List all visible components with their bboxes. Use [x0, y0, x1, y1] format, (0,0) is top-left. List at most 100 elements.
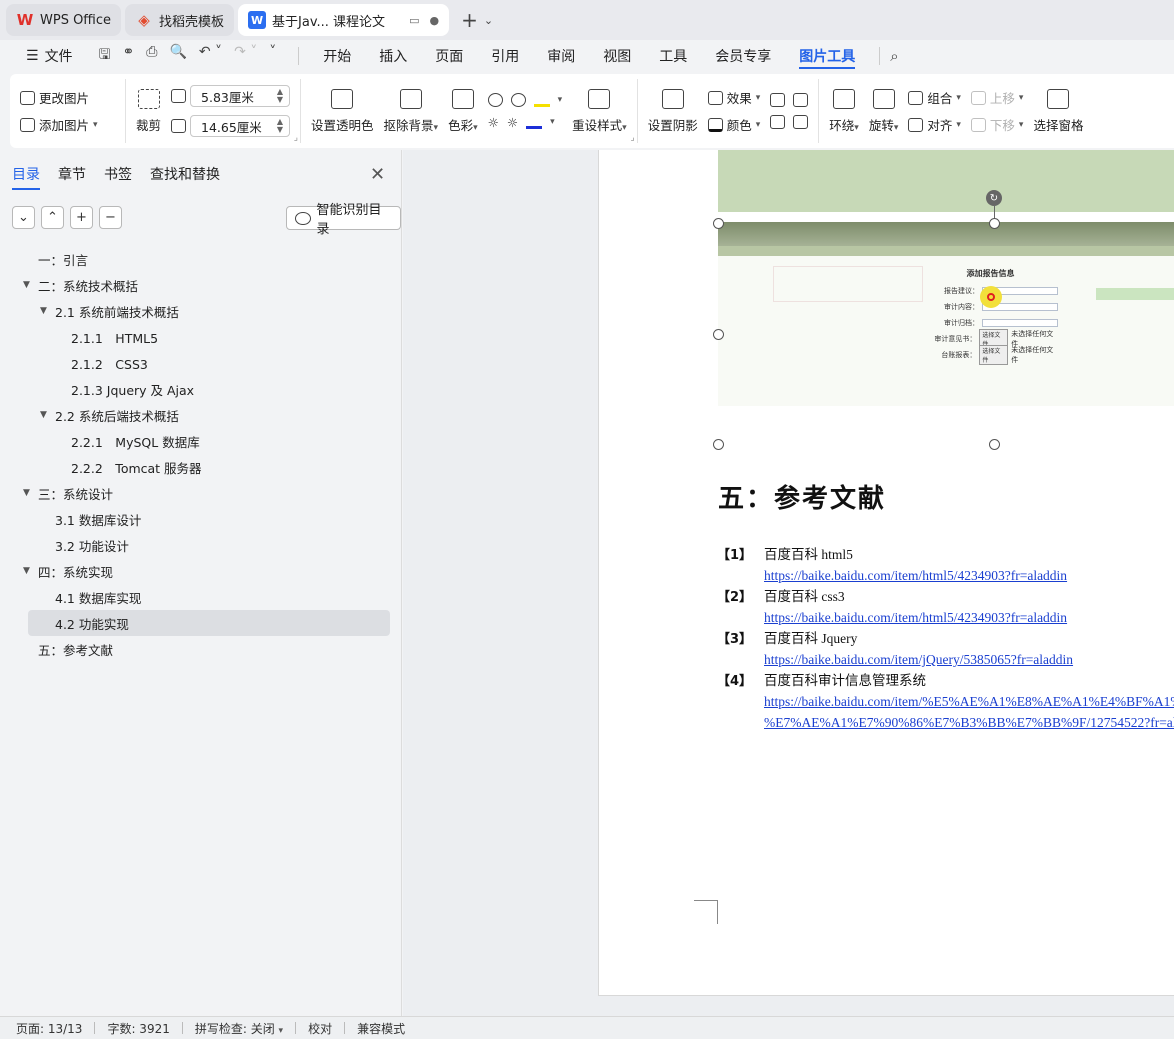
reference-link[interactable]: https://baike.baidu.com/item/html5/42349…: [764, 607, 1174, 628]
resize-handle-middle-left[interactable]: [713, 329, 724, 340]
height-input[interactable]: 14.65厘米 ▲ ▼: [190, 115, 291, 137]
toc-item[interactable]: 3.2 功能设计: [28, 532, 390, 558]
close-panel-icon[interactable]: ✕: [370, 164, 385, 185]
spinner-arrows-icon[interactable]: ▲ ▼: [277, 88, 283, 104]
toc-item[interactable]: 一：引言: [28, 246, 390, 272]
toc-item[interactable]: ▼ 2.1 系统前端技术概括: [28, 298, 390, 324]
spell-check-status[interactable]: 拼写检查: 关闭 ▾: [195, 1020, 295, 1037]
panel-tab-find-replace[interactable]: 查找和替换: [150, 164, 220, 184]
page-count[interactable]: 页面: 13/13: [16, 1020, 94, 1037]
print-preview-icon[interactable]: 🔍: [169, 44, 186, 68]
group-button[interactable]: 组合 ▾: [908, 88, 961, 107]
fill-color-button[interactable]: 颜色 ▾: [707, 115, 760, 134]
smart-toc-button[interactable]: 智能识别目录: [286, 203, 401, 237]
change-image-button[interactable]: 更改图片: [20, 88, 98, 107]
reference-link[interactable]: https://baike.baidu.com/item/%E5%AE%A1%E…: [764, 691, 1174, 712]
align-button[interactable]: 对齐 ▾: [908, 115, 961, 134]
contrast-up-icon[interactable]: [487, 92, 503, 107]
bring-forward-button[interactable]: 上移 ▾: [970, 88, 1023, 107]
document-page[interactable]: 添加报告信息 报告建议： 审计内容： 审计归档： 审计意见书：选择文件未选择任何…: [598, 150, 1174, 996]
wrap-button[interactable]: 环绕▾: [829, 88, 859, 134]
menu-picture-tools[interactable]: 图片工具: [785, 40, 869, 72]
reference-link[interactable]: https://baike.baidu.com/item/jQuery/5385…: [764, 649, 1174, 670]
reference-link[interactable]: https://baike.baidu.com/item/html5/42349…: [764, 565, 1174, 586]
add-heading-icon[interactable]: +: [70, 206, 93, 229]
expand-arrow-icon[interactable]: ▼: [23, 488, 30, 498]
tab-document[interactable]: W 基于Jav... 课程论文 ▭ ●: [238, 4, 450, 36]
shadow-up-icon[interactable]: [770, 93, 786, 107]
chevron-down-icon[interactable]: ⌄: [484, 14, 493, 27]
toc-item[interactable]: 五：参考文献: [28, 636, 390, 662]
panel-tab-toc[interactable]: 目录: [12, 164, 40, 190]
contrast-down-icon[interactable]: [510, 92, 526, 107]
shadow-left-icon[interactable]: [770, 115, 786, 129]
unsaved-dot-icon[interactable]: ●: [429, 14, 439, 27]
section-heading[interactable]: 五：参考文献: [718, 478, 886, 515]
spinner-arrows-icon[interactable]: ▲ ▼: [277, 118, 283, 134]
reference-link[interactable]: %E7%AE%A1%E7%90%86%E7%B3%BB%E7%BB%9F/127…: [764, 712, 1174, 733]
toc-item[interactable]: 2.1.2 CSS3: [28, 350, 390, 376]
crop-button[interactable]: 裁剪: [136, 88, 161, 134]
file-menu[interactable]: ☰ 文件: [12, 40, 87, 72]
toc-item[interactable]: ▼ 二：系统技术概括: [23, 272, 390, 298]
highlight-color-icon[interactable]: [533, 93, 550, 107]
rotate-button[interactable]: 旋转▾: [869, 88, 898, 134]
remove-heading-icon[interactable]: −: [99, 206, 122, 229]
toc-item[interactable]: 4.2 功能实现: [28, 610, 390, 636]
toc-item[interactable]: 2.1.1 HTML5: [28, 324, 390, 350]
resize-handle-bottom-left[interactable]: [713, 439, 724, 450]
dialog-launcher-icon[interactable]: ⌟: [294, 133, 298, 143]
menu-review[interactable]: 审阅: [533, 40, 589, 72]
effects-button[interactable]: 效果 ▾: [707, 88, 760, 107]
menu-start[interactable]: 开始: [309, 40, 365, 72]
shadow-down-icon[interactable]: [793, 93, 809, 107]
expand-arrow-icon[interactable]: ▼: [23, 566, 30, 576]
brightness-down-icon[interactable]: ☼: [507, 115, 518, 130]
expand-up-icon[interactable]: ⌃: [41, 206, 64, 229]
dialog-launcher-icon[interactable]: ⌟: [630, 133, 634, 143]
window-icon[interactable]: ▭: [409, 14, 419, 27]
toc-item[interactable]: ▼ 四：系统实现: [23, 558, 390, 584]
set-shadow-button[interactable]: 设置阴影: [648, 88, 698, 134]
toc-item[interactable]: 3.1 数据库设计: [28, 506, 390, 532]
add-image-button[interactable]: 添加图片 ▾: [20, 115, 98, 134]
menu-view[interactable]: 视图: [589, 40, 645, 72]
search-icon[interactable]: ⌕: [890, 47, 898, 65]
toc-item[interactable]: 4.1 数据库实现: [28, 584, 390, 610]
reset-style-button[interactable]: 重设样式▾: [572, 88, 627, 134]
tab-daoke-templates[interactable]: ◈ 找稻壳模板: [125, 4, 235, 36]
selected-image[interactable]: 添加报告信息 报告建议： 审计内容： 审计归档： 审计意见书：选择文件未选择任何…: [718, 150, 1174, 443]
collapse-down-icon[interactable]: ⌄: [12, 206, 35, 229]
send-backward-button[interactable]: 下移 ▾: [970, 115, 1023, 134]
color-button[interactable]: 色彩▾: [448, 88, 478, 134]
save-icon[interactable]: 🖫: [99, 44, 111, 68]
rotate-handle-icon[interactable]: ↻: [986, 190, 1002, 206]
toc-item[interactable]: 2.1.3 Jquery 及 Ajax: [28, 376, 390, 402]
word-count[interactable]: 字数: 3921: [107, 1020, 181, 1037]
undo-icon[interactable]: ↶ ˅: [199, 44, 222, 68]
new-tab-plus-icon[interactable]: +: [461, 8, 478, 32]
share-icon[interactable]: ⚭: [123, 44, 135, 68]
menu-member[interactable]: 会员专享: [701, 40, 785, 72]
toc-item[interactable]: ▼ 三：系统设计: [23, 480, 390, 506]
toc-item[interactable]: ▼ 2.2 系统后端技术概括: [28, 402, 390, 428]
expand-arrow-icon[interactable]: ▼: [40, 306, 47, 316]
document-canvas[interactable]: ⌄ 添加报告信息 报告建议： 审计内容： 审计归档： 审计意见书：选择文件未选择…: [403, 150, 1174, 1016]
redo-icon[interactable]: ↷ ˅: [234, 44, 257, 68]
remove-background-button[interactable]: 抠除背景▾: [384, 88, 438, 134]
expand-arrow-icon[interactable]: ▼: [23, 280, 30, 290]
set-transparent-button[interactable]: 设置透明色: [311, 88, 374, 134]
proofread-button[interactable]: 校对: [308, 1020, 344, 1037]
menu-insert[interactable]: 插入: [365, 40, 421, 72]
selection-pane-button[interactable]: 选择窗格: [1033, 88, 1083, 134]
tab-wps-office[interactable]: W WPS Office: [6, 4, 122, 36]
toc-item[interactable]: 2.2.1 MySQL 数据库: [28, 428, 390, 454]
menu-tools[interactable]: 工具: [645, 40, 701, 72]
shadow-right-icon[interactable]: [793, 115, 809, 129]
width-input[interactable]: 5.83厘米 ▲ ▼: [190, 85, 291, 107]
resize-handle-top-left[interactable]: [713, 218, 724, 229]
brightness-up-icon[interactable]: ☼: [488, 115, 499, 130]
resize-handle-bottom-center[interactable]: [989, 439, 1000, 450]
resize-handle-top-center[interactable]: [989, 218, 1000, 229]
toc-item[interactable]: 2.2.2 Tomcat 服务器: [28, 454, 390, 480]
